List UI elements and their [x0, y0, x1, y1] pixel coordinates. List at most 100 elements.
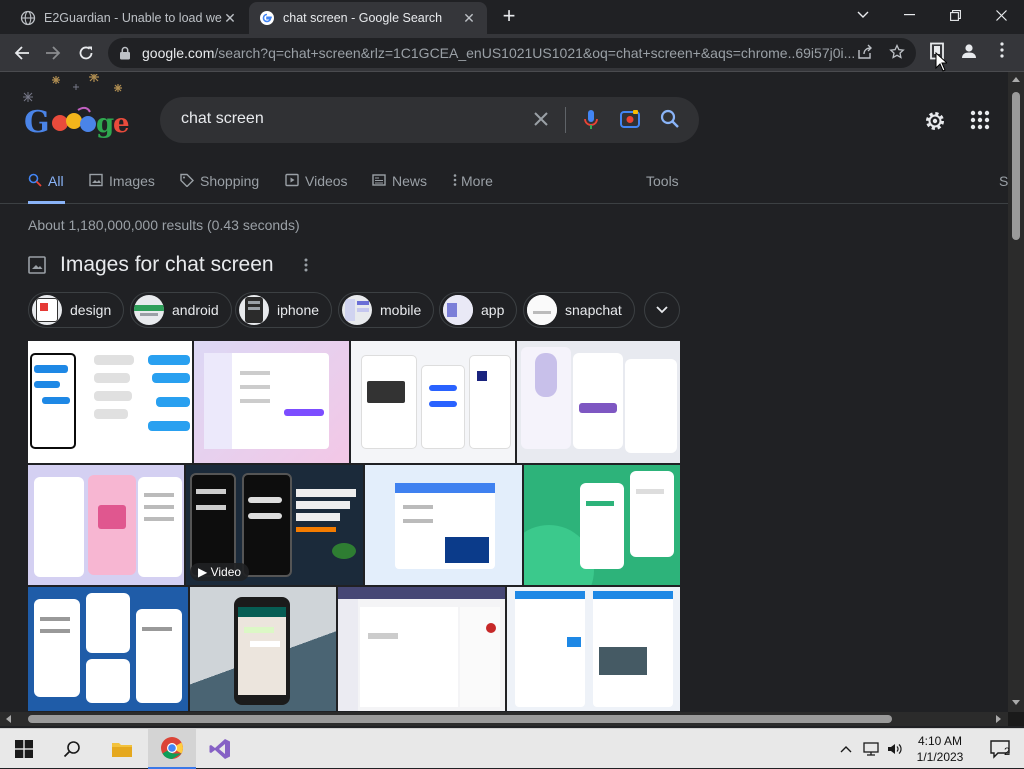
tab-e2guardian[interactable]: E2Guardian - Unable to load webpage ✕	[10, 2, 248, 34]
visual-studio-button[interactable]	[196, 729, 244, 769]
close-window-button[interactable]	[978, 0, 1024, 30]
close-tab-icon[interactable]: ✕	[222, 10, 238, 27]
horizontal-scrollbar[interactable]	[0, 712, 1008, 726]
chip-thumbnail	[134, 295, 164, 325]
forward-arrow-icon[interactable]	[40, 40, 66, 66]
google-doodle-logo[interactable]: G g e	[18, 74, 138, 144]
chip-app[interactable]: app	[439, 292, 518, 328]
bookmark-star-icon[interactable]	[888, 43, 906, 62]
tab-news[interactable]: News	[372, 167, 427, 204]
search-box[interactable]: chat screen	[160, 97, 699, 143]
search-nav-tabs: All Images Shopping Videos News More Too…	[0, 167, 1008, 204]
result-stats: About 1,180,000,000 results (0.43 second…	[28, 217, 300, 233]
scroll-left-icon[interactable]	[5, 715, 11, 723]
taskbar-search-button[interactable]	[48, 729, 96, 769]
profile-icon[interactable]	[958, 42, 980, 64]
image-result[interactable]	[28, 587, 188, 711]
chip-label: mobile	[380, 302, 422, 318]
url-text[interactable]: google.com/search?q=chat+screen&rlz=1C1G…	[142, 45, 854, 61]
clear-search-icon[interactable]	[530, 109, 552, 131]
image-icon	[28, 256, 46, 274]
lock-icon[interactable]	[119, 46, 131, 60]
action-center-button[interactable]: 2	[976, 729, 1024, 769]
windows-logo-icon	[15, 740, 33, 758]
image-result[interactable]	[517, 341, 680, 463]
search-results-page: G g e chat screen All Images Shopping Vi…	[0, 72, 1008, 712]
safesearch-truncated[interactable]: S	[999, 167, 1008, 204]
google-g-icon	[260, 11, 274, 25]
tab-all[interactable]: All	[28, 167, 65, 204]
tab-label: News	[392, 173, 428, 189]
chip-design[interactable]: design	[28, 292, 125, 328]
system-clock[interactable]: 4:10 AM 1/1/2023	[912, 733, 968, 765]
chip-mobile[interactable]: mobile	[338, 292, 435, 328]
tab-images[interactable]: Images	[89, 167, 155, 204]
search-icon[interactable]	[659, 109, 681, 131]
chip-thumbnail	[239, 295, 269, 325]
images-section-header: Images for chat screen	[28, 253, 308, 277]
chevron-up-icon	[840, 746, 852, 753]
tag-icon	[180, 173, 194, 187]
chip-iphone[interactable]: iphone	[235, 292, 333, 328]
tab-more[interactable]: More	[453, 167, 493, 204]
chrome-taskbar-button[interactable]	[148, 729, 196, 769]
chip-snapchat[interactable]: snapchat	[523, 292, 635, 328]
chip-label: snapchat	[565, 302, 622, 318]
microphone-icon[interactable]	[580, 109, 602, 131]
show-hidden-icons-button[interactable]	[834, 729, 858, 769]
tab-videos[interactable]: Videos	[285, 167, 348, 204]
tab-strip: E2Guardian - Unable to load webpage ✕ ch…	[0, 0, 1024, 34]
image-result[interactable]	[194, 341, 349, 463]
tab-title: chat screen - Google Search	[283, 11, 443, 25]
scrollbar-corner	[1008, 712, 1024, 726]
chrome-icon	[161, 737, 183, 759]
svg-text:G: G	[24, 105, 50, 140]
vertical-scrollbar[interactable]	[1008, 72, 1024, 712]
network-icon[interactable]	[860, 729, 882, 769]
address-bar[interactable]: google.com/search?q=chat+screen&rlz=1C1G…	[108, 38, 916, 68]
image-result[interactable]	[365, 465, 522, 585]
search-query[interactable]: chat screen	[181, 110, 264, 128]
image-result[interactable]	[351, 341, 515, 463]
chips-expand-button[interactable]	[644, 292, 680, 328]
apps-grid-icon[interactable]	[969, 109, 993, 133]
tab-label: Images	[109, 173, 155, 189]
settings-gear-icon[interactable]	[923, 109, 947, 133]
scroll-right-icon[interactable]	[996, 715, 1002, 723]
minimize-button[interactable]	[886, 0, 932, 30]
scrollbar-thumb[interactable]	[28, 715, 892, 723]
tab-shopping[interactable]: Shopping	[180, 167, 259, 204]
more-options-icon[interactable]	[304, 257, 308, 273]
camera-lens-icon[interactable]	[619, 109, 641, 131]
restore-button[interactable]	[932, 0, 978, 30]
reload-icon[interactable]	[73, 40, 99, 66]
chip-label: app	[481, 302, 505, 318]
image-result[interactable]	[190, 587, 336, 711]
tab-google-search[interactable]: chat screen - Google Search ✕	[249, 2, 487, 34]
share-icon[interactable]	[856, 44, 874, 62]
chrome-menu-icon[interactable]	[991, 42, 1013, 64]
volume-icon[interactable]	[884, 729, 906, 769]
tab-label: More	[461, 173, 493, 189]
image-result-video[interactable]: ▶ Video	[186, 465, 363, 585]
tools-button[interactable]: Tools	[646, 167, 679, 204]
back-arrow-icon[interactable]	[9, 40, 35, 66]
tab-search-icon[interactable]	[840, 0, 886, 30]
scroll-up-icon[interactable]	[1012, 76, 1020, 82]
file-explorer-button[interactable]	[98, 729, 146, 769]
play-icon	[285, 173, 299, 187]
scrollbar-thumb[interactable]	[1012, 92, 1020, 240]
image-result[interactable]	[28, 465, 184, 585]
start-button[interactable]	[0, 729, 48, 769]
tab-label: Shopping	[200, 173, 260, 189]
chip-android[interactable]: android	[130, 292, 232, 328]
images-section-title[interactable]: Images for chat screen	[60, 253, 274, 277]
image-result[interactable]	[338, 587, 505, 711]
image-result[interactable]	[507, 587, 680, 711]
scroll-down-icon[interactable]	[1012, 700, 1020, 706]
image-result[interactable]	[28, 341, 192, 463]
image-result[interactable]	[524, 465, 680, 585]
image-icon	[89, 173, 103, 187]
new-tab-button[interactable]: +	[497, 5, 521, 29]
close-tab-icon[interactable]: ✕	[461, 10, 477, 27]
